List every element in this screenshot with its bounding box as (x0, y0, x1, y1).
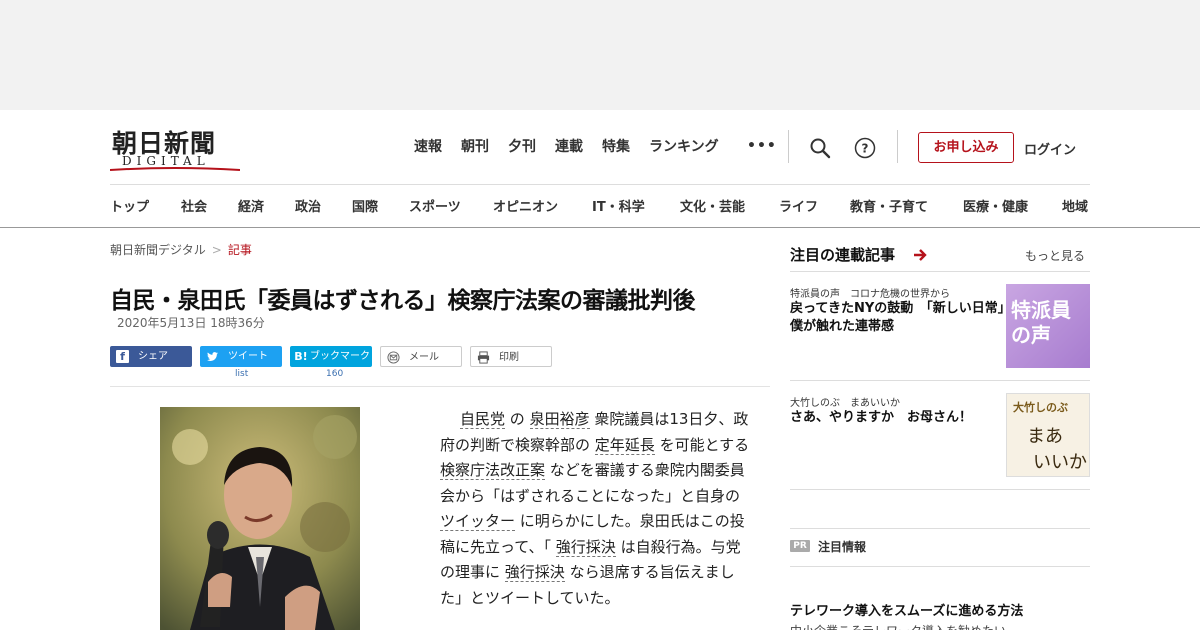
facebook-share-label: シェア (138, 351, 168, 362)
sidebar-divider (790, 380, 1090, 381)
category-life[interactable]: ライフ (779, 196, 818, 215)
hatena-count[interactable]: 160 (326, 369, 343, 379)
nav-features[interactable]: 特集 (602, 138, 630, 156)
category-sports[interactable]: スポーツ (409, 196, 461, 215)
body-text (440, 410, 460, 428)
login-link[interactable]: ログイン (1024, 139, 1076, 158)
asahi-logo[interactable]: 朝日新聞 DIGITAL (110, 124, 245, 172)
sidebar-divider (790, 271, 1090, 272)
sidebar-divider (790, 566, 1090, 567)
logo-swoosh-icon (110, 167, 240, 171)
category-opinion[interactable]: オピニオン (493, 196, 558, 215)
keyword-link[interactable]: 自民党 (460, 410, 506, 429)
article-photo[interactable] (160, 407, 360, 630)
logo-subtitle: DIGITAL (122, 154, 210, 168)
nav-series[interactable]: 連載 (555, 138, 583, 156)
body-text: の (505, 410, 530, 428)
divider (788, 130, 789, 163)
article-body: 自民党 の 泉田裕彦 衆院議員は13日夕、政府の判断で検察幹部の 定年延長 を可… (440, 407, 752, 611)
category-it-science[interactable]: IT・科学 (592, 196, 645, 215)
nav-evening[interactable]: 夕刊 (508, 138, 536, 156)
series-kicker[interactable]: 大竹しのぶ まあいいか (790, 394, 900, 409)
facebook-icon: f (116, 350, 129, 363)
keyword-link[interactable]: 強行採決 (555, 537, 616, 557)
keyword-link[interactable]: 定年延長 (594, 435, 655, 455)
category-economy[interactable]: 経済 (238, 196, 264, 215)
category-region[interactable]: 地域 (1062, 196, 1088, 215)
pr-badge: PR (790, 540, 810, 552)
sidebar-divider (790, 489, 1090, 490)
thumbnail-text: まあ (1027, 426, 1063, 447)
breadcrumb: 朝日新聞デジタル > 記事 (110, 241, 252, 258)
top-navigation: 速報 朝刊 夕刊 連載 特集 ランキング (414, 138, 738, 156)
hatena-icon: B! (294, 350, 308, 363)
facebook-share-button[interactable]: f シェア (110, 346, 192, 367)
arrow-right-icon[interactable] (913, 248, 927, 262)
mail-share-button[interactable]: メール (380, 346, 462, 367)
site-header: 朝日新聞 DIGITAL 速報 朝刊 夕刊 連載 特集 ランキング ••• ? … (0, 110, 1200, 228)
thumbnail-text: 大竹しのぶ (1013, 401, 1068, 414)
twitter-share-label: ツイート (228, 351, 268, 362)
breadcrumb-current: 記事 (227, 243, 252, 257)
more-menu-icon[interactable]: ••• (747, 138, 777, 154)
series-kicker[interactable]: 特派員の声 コロナ危機の世界から (790, 285, 950, 300)
thumbnail-text: 特派員の声 (1011, 298, 1071, 347)
twitter-count[interactable]: list (235, 369, 248, 379)
breadcrumb-separator: > (211, 243, 222, 257)
ad-banner-area (0, 0, 1200, 110)
divider (897, 130, 898, 163)
series-headline[interactable]: 戻ってきたNYの鼓動 「新しい日常」僕が触れた連帯感 (790, 300, 1010, 336)
category-politics[interactable]: 政治 (295, 196, 321, 215)
twitter-bird-icon (207, 352, 218, 361)
category-medical[interactable]: 医療・健康 (963, 196, 1028, 215)
twitter-share-button[interactable]: ツイート (200, 346, 282, 367)
sidebar-more-link[interactable]: もっと見る (1025, 247, 1085, 264)
print-icon (477, 351, 490, 364)
nav-ranking[interactable]: ランキング (649, 138, 719, 156)
thumbnail-text: いいか (1033, 452, 1087, 473)
body-text: を可能とする (654, 435, 750, 454)
category-navigation: トップ 社会 経済 政治 国際 スポーツ オピニオン IT・科学 文化・芸能 ラ… (110, 196, 1090, 216)
print-label: 印刷 (499, 352, 519, 363)
mail-label: メール (409, 352, 439, 363)
nav-morning[interactable]: 朝刊 (461, 138, 489, 156)
print-button[interactable]: 印刷 (470, 346, 552, 367)
article-date: 2020年5月13日 18時36分 (117, 316, 265, 330)
hatena-bookmark-button[interactable]: B! ブックマーク (290, 346, 372, 367)
header-divider (110, 184, 1090, 185)
sidebar-title[interactable]: 注目の連載記事 (790, 244, 895, 265)
keyword-link[interactable]: ツイッター (440, 512, 516, 531)
category-top[interactable]: トップ (110, 196, 149, 215)
help-icon[interactable]: ? (854, 137, 876, 159)
keyword-link[interactable]: 検察庁法改正案 (440, 461, 546, 480)
keyword-link[interactable]: 強行採決 (504, 563, 565, 582)
search-icon[interactable] (808, 136, 832, 160)
subscribe-button[interactable]: お申し込み (918, 132, 1014, 163)
series-thumbnail[interactable]: 特派員の声 (1006, 284, 1090, 368)
sidebar-divider (790, 528, 1090, 529)
keyword-link[interactable]: 泉田裕彦 (529, 410, 590, 429)
share-divider (110, 386, 770, 387)
series-headline[interactable]: さあ、やりますか お母さん！ (790, 409, 1010, 427)
category-society[interactable]: 社会 (181, 196, 207, 215)
nav-breaking[interactable]: 速報 (414, 138, 442, 156)
pr-section-label: 注目情報 (818, 540, 867, 554)
category-education[interactable]: 教育・子育て (850, 196, 928, 215)
promo-subtext[interactable]: 中小企業こそテレワーク導入を勧めたい (790, 622, 1006, 630)
category-international[interactable]: 国際 (352, 196, 378, 215)
promo-headline[interactable]: テレワーク導入をスムーズに進める方法 (790, 600, 1023, 619)
category-culture[interactable]: 文化・芸能 (680, 196, 745, 215)
breadcrumb-home[interactable]: 朝日新聞デジタル (110, 243, 206, 257)
article-headline: 自民・泉田氏「委員はずされる」検察庁法案の審議批判後 (110, 288, 696, 314)
series-thumbnail[interactable]: 大竹しのぶ まあ いいか (1006, 393, 1090, 477)
hatena-bookmark-label: ブックマーク (310, 351, 370, 362)
mail-icon (387, 351, 400, 364)
svg-text:?: ? (862, 142, 869, 156)
